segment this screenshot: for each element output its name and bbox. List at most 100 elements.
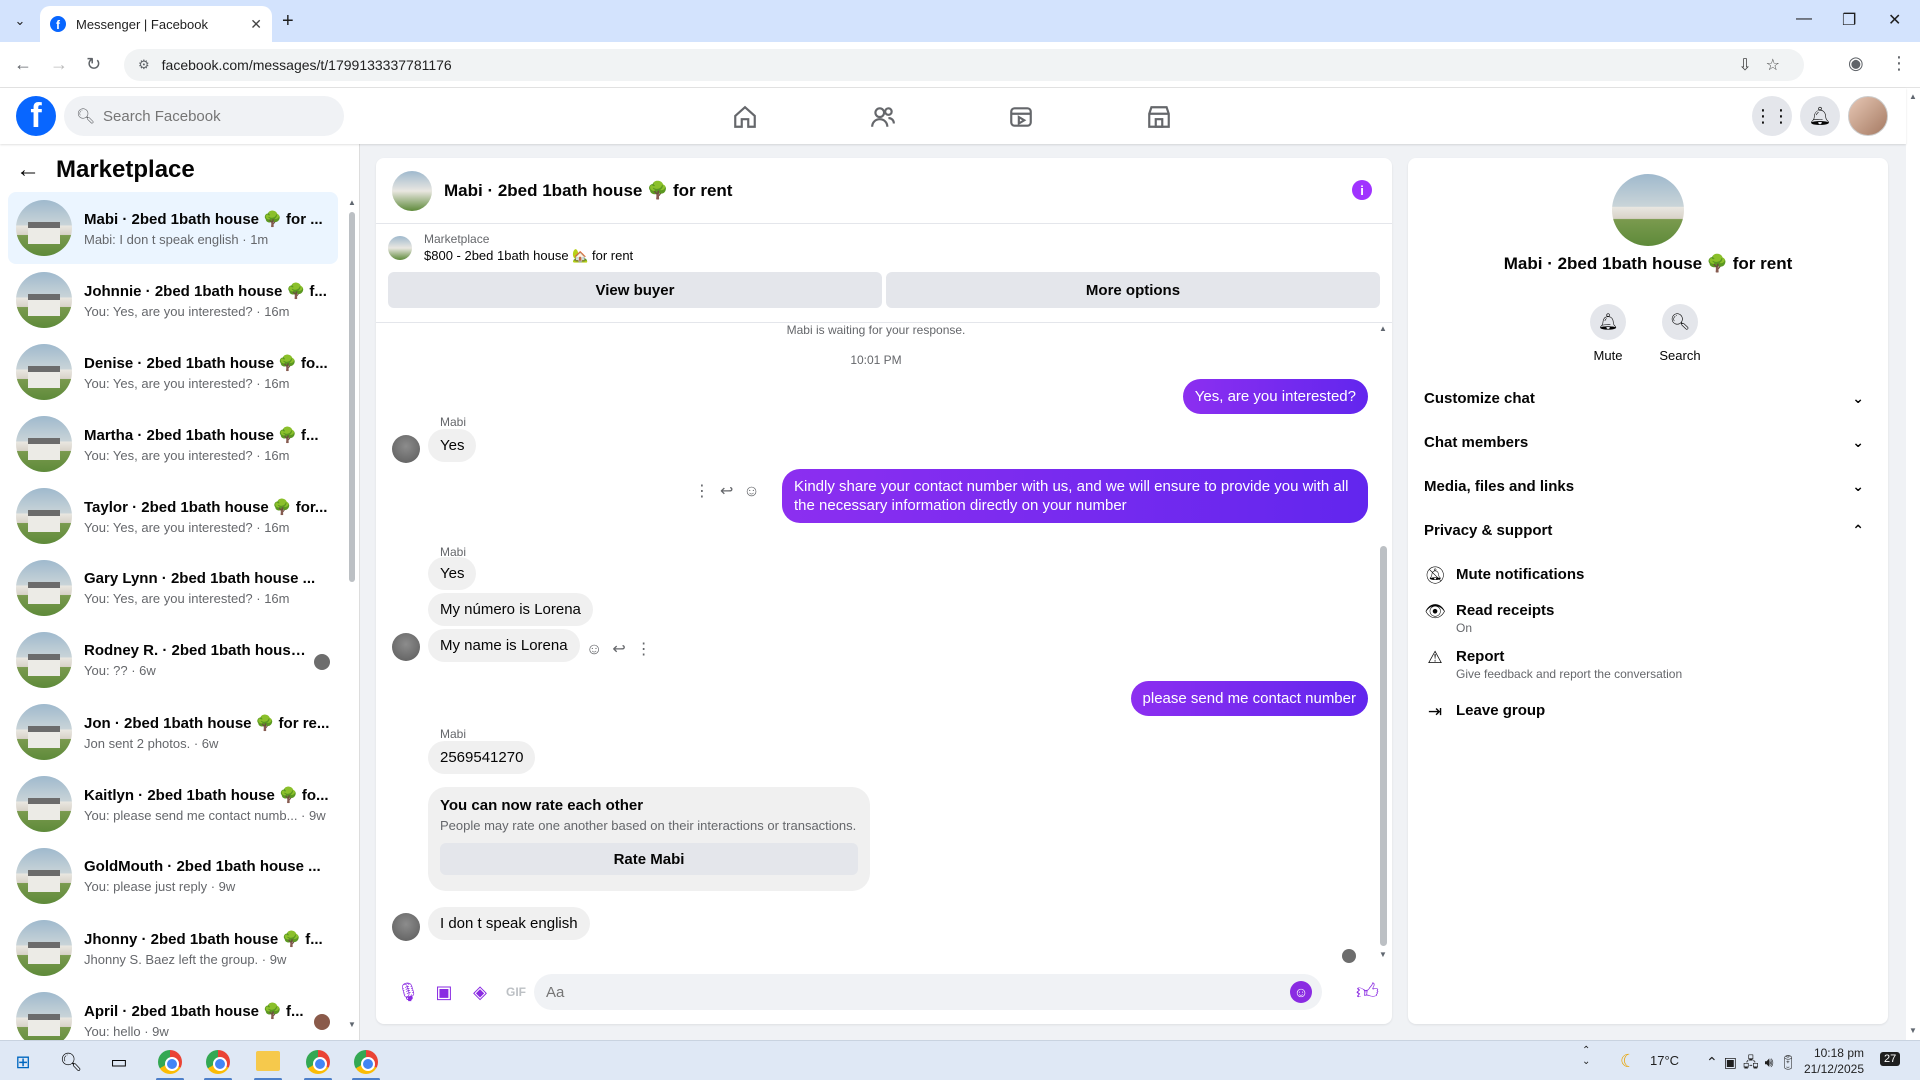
search-button[interactable]: 🔍︎ Search	[1650, 304, 1710, 363]
tray-arrows-icon[interactable]: ⌃ ⌄	[1582, 1045, 1590, 1067]
sticker-icon[interactable]: ◈	[462, 974, 498, 1010]
microphone-icon[interactable]: 🎙︎	[390, 974, 426, 1010]
marketplace-icon[interactable]	[1144, 102, 1174, 132]
new-tab-icon[interactable]: +	[282, 10, 294, 33]
more-options-button[interactable]: More options	[886, 272, 1380, 308]
conversation-item[interactable]: Kaitlyn · 2bed 1bath house 🌳 fo... You: p…	[8, 768, 338, 840]
scroll-down-arrow-icon[interactable]: ▼	[1909, 1026, 1917, 1035]
incoming-message[interactable]: My número is Lorena	[428, 593, 593, 626]
weather-temperature[interactable]: 17°C	[1650, 1053, 1679, 1068]
chrome-icon[interactable]	[158, 1050, 182, 1074]
conversation-item[interactable]: Mabi · 2bed 1bath house 🌳 for ... Mabi: I…	[8, 192, 338, 264]
customize-chat-section[interactable]: Customize chat ⌄	[1424, 380, 1872, 416]
emoji-icon[interactable]: ☺	[1290, 981, 1312, 1003]
windows-start-icon[interactable]: ⊞	[10, 1049, 36, 1075]
incoming-message[interactable]: 2569541270	[428, 741, 536, 774]
chrome-icon[interactable]	[354, 1050, 378, 1074]
back-arrow-icon[interactable]: ←	[16, 156, 40, 184]
facebook-logo-icon[interactable]: f	[16, 96, 56, 136]
close-window-icon[interactable]: ✕	[1888, 10, 1901, 30]
message-actions-icons[interactable]: ⋮↩☺	[694, 481, 770, 501]
conversation-item[interactable]: Johnnie · 2bed 1bath house 🌳 f... You: Ye…	[8, 264, 338, 336]
thumbs-up-icon[interactable]: 👍︎	[1356, 978, 1379, 1005]
install-bookmark-icons[interactable]: ⇩☆	[1738, 55, 1794, 75]
friends-icon[interactable]	[868, 102, 898, 132]
message-actions-icons[interactable]: ☺↩⋮	[586, 639, 662, 659]
scroll-down-arrow-icon[interactable]: ▼	[348, 1020, 356, 1029]
conversation-item[interactable]: April · 2bed 1bath house 🌳 f... You: hell…	[8, 984, 338, 1040]
task-view-icon[interactable]: ▭	[106, 1049, 132, 1075]
chat-title[interactable]: Mabi · 2bed 1bath house 🌳 for rent	[444, 181, 732, 201]
home-icon[interactable]	[730, 102, 760, 132]
message-input-box[interactable]: ☺	[534, 974, 1322, 1010]
conversation-item[interactable]: Jon · 2bed 1bath house 🌳 for re... Jon se…	[8, 696, 338, 768]
tab-search-chevron-icon[interactable]: ⌄	[8, 9, 32, 33]
conversation-item[interactable]: Jhonny · 2bed 1bath house 🌳 f... Jhonny S…	[8, 912, 338, 984]
conversation-item[interactable]: Rodney R. · 2bed 1bath house ... You: ?? …	[8, 624, 338, 696]
info-icon[interactable]: i	[1352, 180, 1372, 200]
sender-avatar[interactable]	[392, 435, 420, 463]
chat-thumbnail[interactable]	[392, 170, 432, 211]
browser-menu-icon[interactable]: ⋮	[1890, 53, 1908, 74]
chrome-icon[interactable]	[206, 1050, 230, 1074]
leave-group-item[interactable]: ⇥ Leave group	[1424, 702, 1872, 722]
chrome-icon[interactable]	[306, 1050, 330, 1074]
page-scrollbar[interactable]: ▲ ▼	[1906, 88, 1920, 1040]
chat-members-section[interactable]: Chat members ⌄	[1424, 424, 1872, 460]
file-explorer-icon[interactable]	[256, 1051, 280, 1071]
photo-icon[interactable]: ▣	[426, 974, 462, 1010]
outgoing-message[interactable]: Kindly share your contact number with us…	[782, 469, 1368, 523]
weather-moon-icon[interactable]: ☾	[1620, 1051, 1636, 1072]
view-buyer-button[interactable]: View buyer	[388, 272, 882, 308]
facebook-search-input[interactable]	[103, 107, 324, 125]
scroll-up-arrow-icon[interactable]: ▲	[348, 198, 356, 207]
video-icon[interactable]	[1006, 102, 1036, 132]
listing-title[interactable]: $800 - 2bed 1bath house 🏡 for rent	[424, 248, 633, 264]
restore-icon[interactable]: ❐	[1842, 10, 1856, 30]
scroll-up-arrow-icon[interactable]: ▲	[1909, 92, 1917, 101]
site-settings-icon[interactable]: ⚙	[138, 57, 150, 73]
clock[interactable]: 10:18 pm 21/12/2025	[1804, 1045, 1864, 1077]
search-icon[interactable]: 🔍︎	[58, 1049, 84, 1075]
system-tray-icons[interactable]: ⌃▣🖧🔊︎🔋︎	[1706, 1052, 1803, 1076]
incoming-message[interactable]: Yes	[428, 429, 477, 462]
browser-tab[interactable]: f Messenger | Facebook ✕	[40, 6, 272, 42]
scroll-down-arrow-icon[interactable]: ▼	[1379, 950, 1387, 959]
sender-avatar[interactable]	[392, 913, 420, 941]
scrollbar-thumb[interactable]	[349, 212, 355, 582]
message-input[interactable]	[546, 983, 1286, 1001]
conversation-item[interactable]: Gary Lynn · 2bed 1bath house ... You: Yes…	[8, 552, 338, 624]
menu-grid-icon[interactable]: ⋮⋮	[1752, 96, 1792, 136]
profile-icon[interactable]: ◉	[1848, 53, 1864, 74]
mute-button[interactable]: 🔔︎ Mute	[1578, 304, 1638, 363]
conversation-item[interactable]: Taylor · 2bed 1bath house 🌳 for... You: Y…	[8, 480, 338, 552]
rate-button[interactable]: Rate Mabi	[440, 843, 858, 875]
scroll-up-arrow-icon[interactable]: ▲	[1379, 324, 1387, 333]
minimize-icon[interactable]: —	[1796, 10, 1812, 28]
incoming-message[interactable]: My name is Lorena	[428, 629, 580, 662]
incoming-message[interactable]: Yes	[428, 557, 477, 590]
outgoing-message[interactable]: please send me contact number	[1130, 681, 1368, 716]
media-files-section[interactable]: Media, files and links ⌄	[1424, 468, 1872, 504]
mute-notifications-item[interactable]: 🔕︎ Mute notifications	[1424, 566, 1872, 586]
privacy-support-section[interactable]: Privacy & support ⌃	[1424, 512, 1872, 548]
read-receipts-item[interactable]: 👁︎ Read receipts On	[1424, 602, 1872, 635]
notification-count-badge[interactable]: 27	[1880, 1052, 1901, 1066]
outgoing-message[interactable]: Yes, are you interested?	[1182, 379, 1368, 414]
back-arrow-icon[interactable]: ←	[14, 54, 32, 75]
conversation-scrollbar[interactable]: ▲ ▼	[348, 194, 356, 1034]
forward-arrow-icon[interactable]: →	[50, 54, 68, 75]
url-omnibox[interactable]: ⚙ facebook.com/messages/t/17991333377811…	[124, 49, 1804, 81]
conversation-item[interactable]: Martha · 2bed 1bath house 🌳 f... You: Yes…	[8, 408, 338, 480]
scrollbar-thumb[interactable]	[1380, 546, 1387, 946]
conversation-item[interactable]: GoldMouth · 2bed 1bath house ... You: ple…	[8, 840, 338, 912]
tab-close-icon[interactable]: ✕	[250, 16, 262, 33]
sender-avatar[interactable]	[392, 633, 420, 661]
gif-icon[interactable]: GIF	[498, 974, 534, 1010]
facebook-search-box[interactable]: 🔍︎	[64, 96, 344, 136]
incoming-message[interactable]: I don t speak english	[428, 907, 590, 940]
notifications-bell-icon[interactable]: 🔔︎	[1800, 96, 1840, 136]
chat-scrollbar[interactable]: ▲ ▼	[1378, 322, 1388, 962]
report-item[interactable]: ⚠︎ Report Give feedback and report the co…	[1424, 648, 1872, 681]
account-avatar[interactable]	[1848, 96, 1888, 136]
